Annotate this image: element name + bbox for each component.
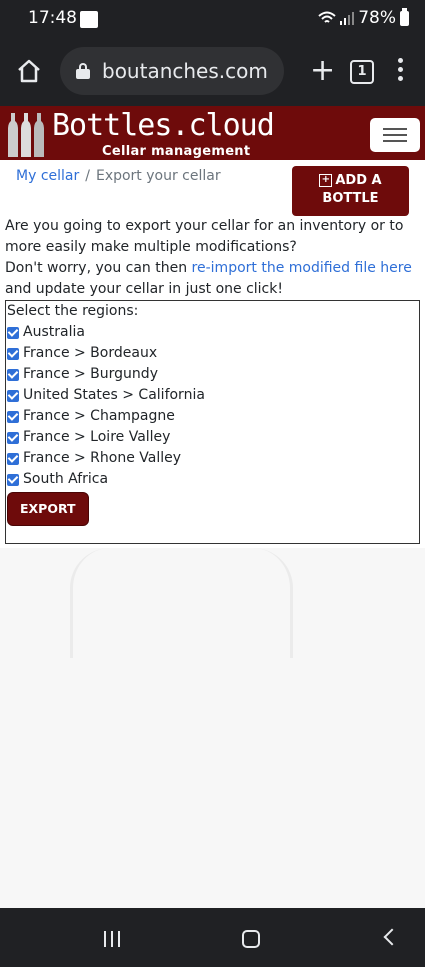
region-row[interactable]: United States > California	[7, 385, 419, 406]
recent-apps-icon[interactable]	[104, 931, 122, 947]
region-row[interactable]: France > Champagne	[7, 406, 419, 427]
intro-text: Are you going to export your cellar for …	[5, 216, 415, 300]
region-selection-form: Select the regions: Australia France > B…	[5, 300, 420, 544]
regions-heading: Select the regions:	[7, 303, 139, 319]
breadcrumb-current: Export your cellar	[95, 168, 221, 184]
signal-icon	[340, 12, 355, 25]
region-checkbox[interactable]	[7, 410, 19, 423]
battery-percent: 78%	[358, 8, 396, 28]
region-label: South Africa	[23, 471, 109, 487]
url-bar[interactable]: boutanches.com	[60, 47, 284, 95]
nav-back-icon[interactable]	[383, 928, 401, 946]
export-button[interactable]: EXPORT	[7, 492, 89, 526]
add-bottle-label-1: ADD A	[335, 173, 382, 188]
breadcrumb-my-cellar[interactable]: My cellar	[16, 168, 79, 184]
reimport-link[interactable]: re-import the modified file here	[192, 260, 412, 276]
region-checkbox[interactable]	[7, 473, 19, 486]
menu-toggle-button[interactable]	[370, 118, 420, 152]
bottles-logo-icon[interactable]	[6, 110, 48, 158]
bottle-watermark-icon	[250, 548, 293, 658]
intro-line-2-prefix: Don't worry, you can then	[5, 260, 192, 276]
region-label: United States > California	[23, 387, 205, 403]
region-label: France > Rhone Valley	[23, 450, 182, 466]
lock-icon	[76, 63, 90, 79]
status-right: 78%	[318, 7, 409, 28]
more-options-icon[interactable]	[398, 58, 406, 85]
region-row[interactable]: Australia	[7, 322, 419, 343]
region-label: France > Burgundy	[23, 366, 158, 382]
region-label: France > Bordeaux	[23, 345, 158, 361]
battery-icon	[400, 7, 409, 26]
region-row[interactable]: France > Loire Valley	[7, 427, 419, 448]
nav-home-icon[interactable]	[242, 930, 260, 948]
logo-text[interactable]: Bottles.cloud	[52, 108, 275, 143]
breadcrumb: My cellar / Export your cellar	[16, 168, 221, 184]
region-label: Australia	[23, 324, 85, 340]
breadcrumb-separator: /	[85, 168, 90, 184]
region-checkbox[interactable]	[7, 368, 19, 381]
region-checkbox[interactable]	[7, 347, 19, 360]
region-checkbox[interactable]	[7, 326, 19, 339]
region-row[interactable]: France > Rhone Valley	[7, 448, 419, 469]
region-row[interactable]: South Africa	[7, 469, 419, 490]
region-checkbox[interactable]	[7, 431, 19, 444]
plus-square-icon: +	[319, 174, 333, 187]
browser-toolbar: boutanches.com + 1	[0, 36, 425, 106]
bottle-watermark-icon	[70, 548, 113, 658]
add-bottle-button[interactable]: + ADD A BOTTLE	[292, 166, 409, 216]
system-nav-bar	[0, 908, 425, 967]
add-bottle-label-2: BOTTLE	[322, 191, 379, 206]
region-row[interactable]: France > Bordeaux	[7, 343, 419, 364]
home-icon[interactable]	[16, 58, 42, 84]
image-notification-icon	[80, 11, 98, 28]
url-text: boutanches.com	[102, 59, 268, 83]
region-checkbox[interactable]	[7, 452, 19, 465]
wifi-icon	[318, 11, 336, 23]
status-bar: 17:48 78%	[0, 0, 425, 36]
intro-line-2-suffix: and update your cellar in just one click…	[5, 281, 283, 297]
logo-subtitle: Cellar management	[102, 144, 251, 159]
region-row[interactable]: France > Burgundy	[7, 364, 419, 385]
decorative-background	[0, 548, 425, 908]
intro-line-2: Don't worry, you can then re-import the …	[5, 258, 415, 300]
tab-switcher-button[interactable]: 1	[350, 60, 374, 84]
region-label: France > Loire Valley	[23, 429, 171, 445]
new-tab-icon[interactable]: +	[310, 56, 335, 86]
region-checkbox[interactable]	[7, 389, 19, 402]
region-label: France > Champagne	[23, 408, 175, 424]
intro-line-1: Are you going to export your cellar for …	[5, 218, 404, 255]
site-header: Bottles.cloud Cellar management	[0, 106, 425, 160]
status-time: 17:48	[28, 8, 77, 28]
